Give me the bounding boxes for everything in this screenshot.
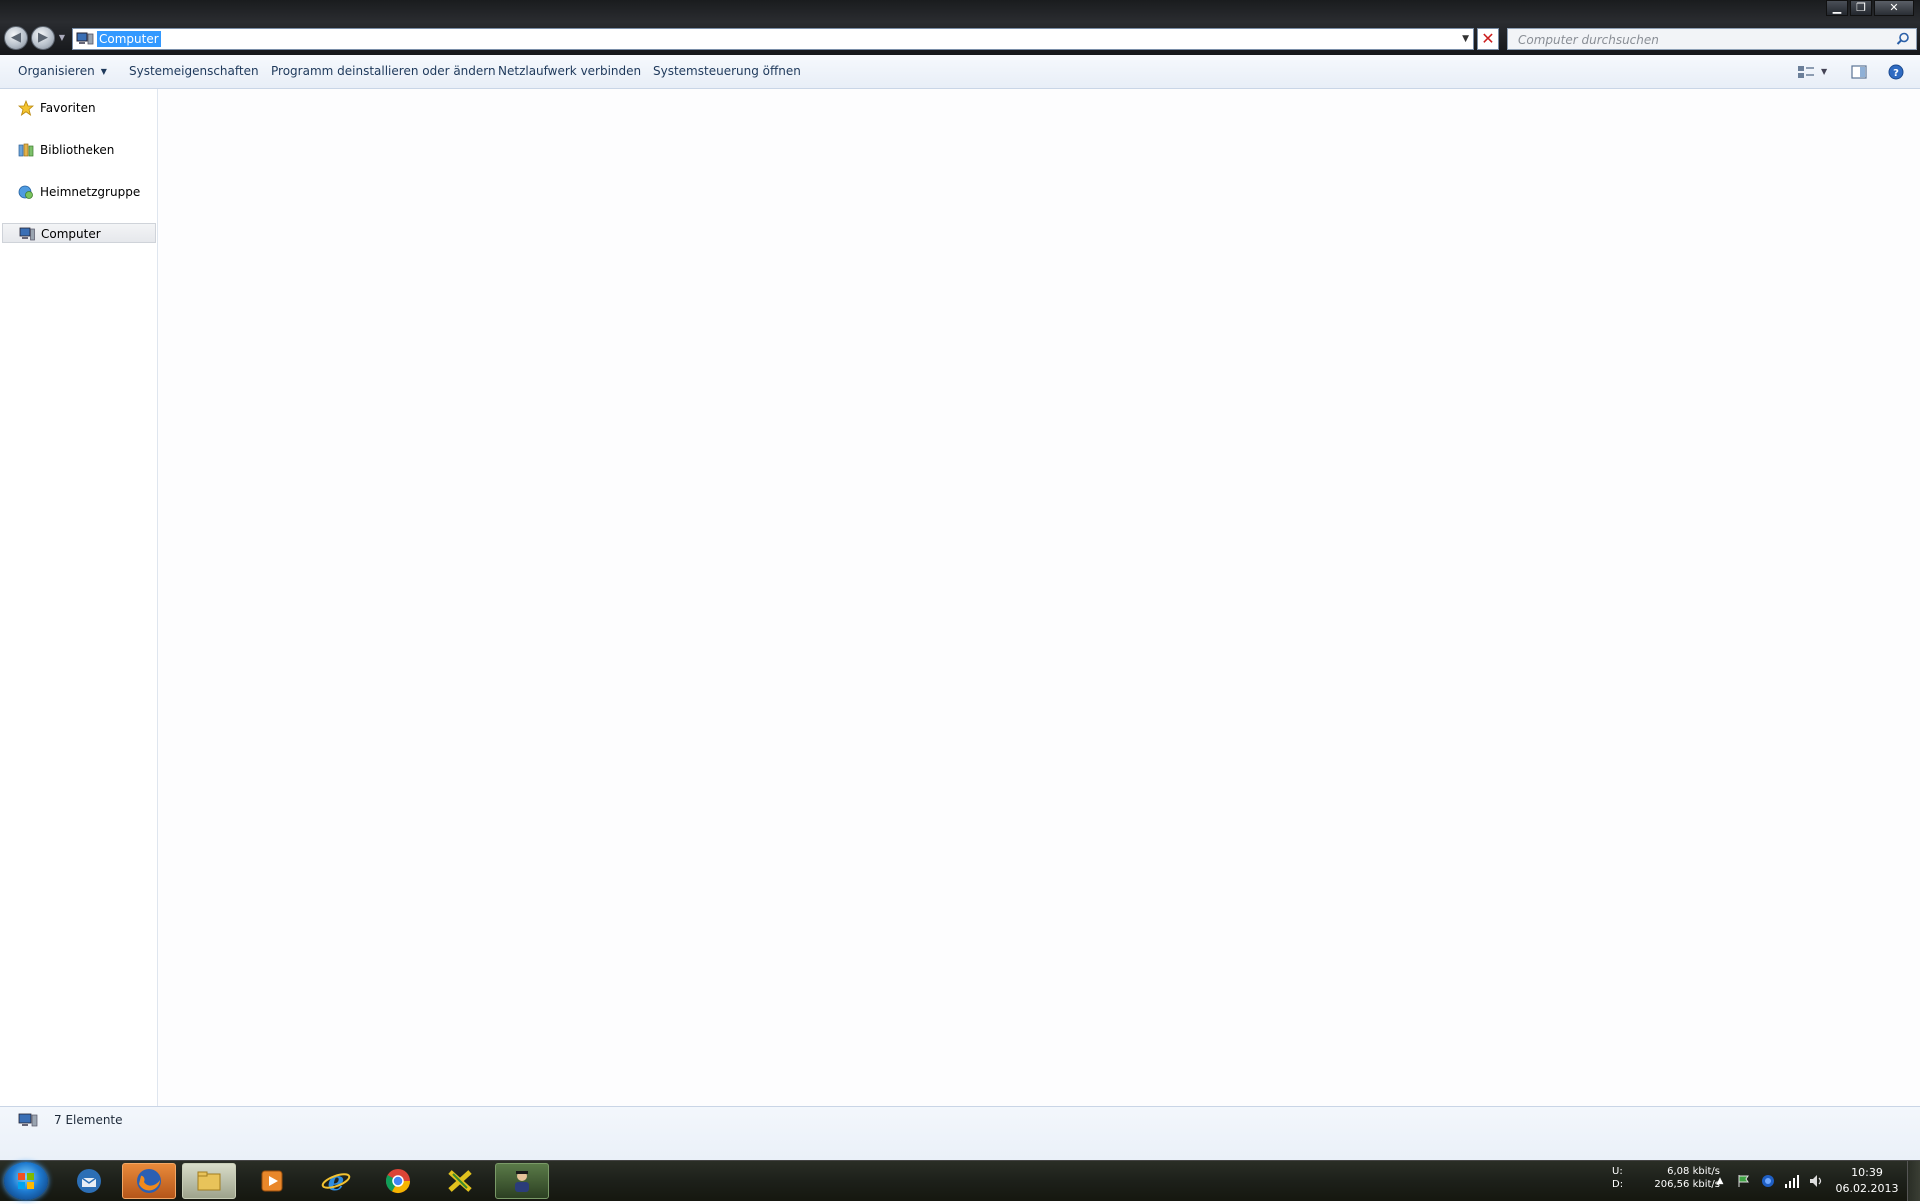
uninstall-program-button[interactable]: Programm deinstallieren oder ändern (271, 55, 496, 88)
taskbar-firefox[interactable] (122, 1163, 176, 1199)
taskbar-internet-explorer[interactable]: e (309, 1163, 363, 1199)
thunderbird-icon (77, 1169, 101, 1193)
help-icon[interactable]: ? (1887, 64, 1905, 80)
preview-pane-icon[interactable] (1850, 64, 1868, 80)
clock[interactable]: 10:39 06.02.2013 (1830, 1165, 1904, 1197)
sidebar-item-favorites[interactable]: Favoriten (2, 98, 156, 118)
maximize-button[interactable]: ❐ (1850, 0, 1872, 16)
taskbar-chrome[interactable] (371, 1163, 425, 1199)
chevron-down-icon[interactable]: ▼ (1462, 33, 1469, 45)
organize-menu[interactable]: Organisieren ▼ (18, 55, 107, 88)
star-icon (18, 100, 34, 116)
start-button[interactable] (4, 1162, 48, 1200)
sidebar-item-homegroup[interactable]: Heimnetzgruppe (2, 182, 156, 202)
computer-icon (76, 32, 94, 45)
chevron-down-icon: ▼ (100, 67, 107, 76)
search-icon[interactable] (1896, 32, 1910, 46)
notification-area: ▲ (1712, 1173, 1832, 1189)
computer-icon (18, 1113, 38, 1127)
command-toolbar: Organisieren ▼ Systemeigenschaften Progra… (0, 55, 1920, 89)
close-button[interactable]: ✕ (1874, 0, 1914, 16)
file-view[interactable] (158, 89, 1920, 1106)
back-button[interactable]: ◀ (4, 26, 28, 50)
sidebar-item-computer[interactable]: Computer (2, 223, 156, 243)
details-pane: 7 Elemente (0, 1106, 1920, 1160)
window-controls: ▁ ❐ ✕ (1824, 0, 1914, 18)
windows-logo-icon (18, 1173, 34, 1189)
address-text[interactable]: Computer (97, 31, 161, 47)
item-count: 7 Elemente (54, 1113, 123, 1127)
sidebar-item-libraries[interactable]: Bibliotheken (2, 140, 156, 160)
map-network-drive-button[interactable]: Netzlaufwerk verbinden (498, 55, 641, 88)
computer-icon (19, 227, 35, 241)
chrome-icon (385, 1169, 410, 1194)
address-bar[interactable]: Computer ▼ (72, 28, 1474, 50)
taskbar-agent-app[interactable] (495, 1163, 549, 1199)
taskbar-app[interactable] (433, 1163, 487, 1199)
system-properties-button[interactable]: Systemeigenschaften (129, 55, 259, 88)
action-center-icon[interactable] (1736, 1173, 1752, 1189)
taskbar-explorer[interactable] (182, 1163, 236, 1199)
taskbar: e U: 6,08 kbit/s D: 206,56 kbit/s ▲ 10:3… (0, 1160, 1920, 1201)
media-player-icon (261, 1170, 283, 1192)
internet-explorer-icon: e (321, 1167, 351, 1196)
search-input[interactable] (1516, 31, 1890, 49)
taskbar-thunderbird[interactable] (62, 1163, 116, 1199)
taskbar-media-player[interactable] (245, 1163, 299, 1199)
show-hidden-icons-icon[interactable]: ▲ (1712, 1173, 1728, 1189)
volume-icon[interactable] (1808, 1173, 1824, 1189)
show-desktop-button[interactable] (1907, 1161, 1920, 1201)
minimize-button[interactable]: ▁ (1826, 0, 1848, 16)
firefox-icon (137, 1169, 161, 1193)
open-control-panel-button[interactable]: Systemsteuerung öffnen (653, 55, 801, 88)
view-options-icon[interactable] (1797, 64, 1815, 80)
close-icon[interactable]: ✕ (1477, 28, 1499, 50)
app-icon (448, 1170, 472, 1192)
svg-text:e: e (328, 1167, 345, 1196)
search-box[interactable] (1507, 28, 1917, 50)
security-icon[interactable] (1760, 1173, 1776, 1189)
navigation-pane: Favoriten Bibliotheken Heimnetzgruppe Co… (0, 89, 158, 1106)
title-bar: ◀ ▶ ▼ Computer ▼ ✕ ▁ ❐ ✕ (0, 0, 1920, 55)
library-icon (18, 143, 34, 157)
svg-text:?: ? (1893, 68, 1899, 79)
recent-pages-dropdown[interactable]: ▼ (58, 32, 66, 44)
explorer-icon (197, 1171, 221, 1191)
forward-button[interactable]: ▶ (31, 26, 55, 50)
chevron-down-icon[interactable]: ▼ (1821, 55, 1827, 88)
homegroup-icon (18, 185, 33, 199)
network-signal-icon[interactable] (1784, 1173, 1800, 1189)
agent-app-icon (515, 1171, 529, 1192)
